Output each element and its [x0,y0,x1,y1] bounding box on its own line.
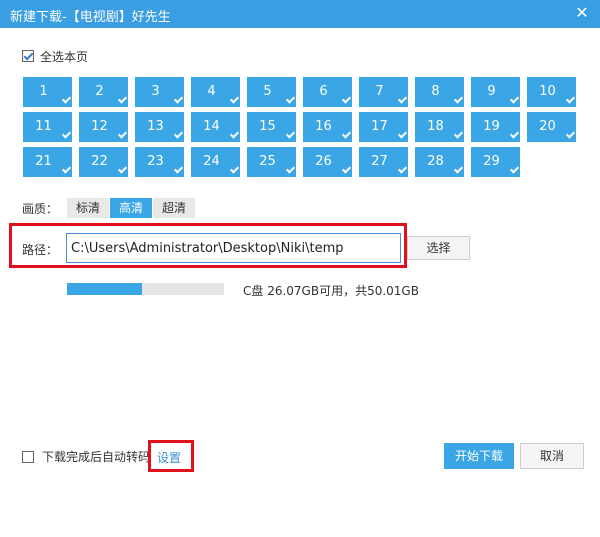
episode-button[interactable]: 26 [303,147,352,177]
episode-button[interactable]: 15 [247,112,296,142]
window-title: 新建下载-【电视剧】好先生 [10,10,171,25]
episode-grid: 1 2 3 4 5 6 7 8 9 10 11 12 13 14 15 16 17 18 19 20 21 22 23 24 2… [23,77,583,177]
choose-folder-button[interactable]: 选择 [407,236,470,260]
episode-button[interactable]: 27 [359,147,408,177]
episode-button[interactable]: 10 [527,77,576,107]
episode-button[interactable]: 4 [191,77,240,107]
episode-button[interactable]: 6 [303,77,352,107]
settings-link[interactable]: 设置 [157,449,181,466]
quality-option-uhd[interactable]: 超清 [153,198,195,218]
title-bar: 新建下载-【电视剧】好先生 ✕ [0,0,600,28]
episode-button[interactable]: 12 [79,112,128,142]
episode-button[interactable]: 2 [79,77,128,107]
episode-button[interactable]: 3 [135,77,184,107]
auto-convert-checkbox[interactable]: 下载完成后自动转码 [22,448,150,465]
episode-button[interactable]: 21 [23,147,72,177]
episode-button[interactable]: 22 [79,147,128,177]
episode-button[interactable]: 9 [471,77,520,107]
checkbox-icon[interactable] [22,50,34,62]
path-input[interactable] [66,233,401,263]
episode-button[interactable]: 8 [415,77,464,107]
episode-button[interactable]: 1 [23,77,72,107]
quality-selector: 画质： 标清 高清 超清 [22,198,196,218]
checkbox-icon[interactable] [22,450,34,463]
disk-usage-bar [67,283,224,295]
quality-option-hd[interactable]: 高清 [110,198,152,218]
episode-button[interactable]: 19 [471,112,520,142]
close-icon[interactable]: ✕ [572,3,592,23]
start-download-button[interactable]: 开始下载 [444,443,514,469]
episode-button[interactable]: 25 [247,147,296,177]
select-all-checkbox[interactable]: 全选本页 [22,48,88,64]
episode-button[interactable]: 29 [471,147,520,177]
episode-button[interactable]: 13 [135,112,184,142]
episode-button[interactable]: 7 [359,77,408,107]
cancel-button[interactable]: 取消 [520,443,584,469]
episode-button[interactable]: 20 [527,112,576,142]
episode-button[interactable]: 14 [191,112,240,142]
episode-button[interactable]: 11 [23,112,72,142]
disk-usage-fill [67,283,143,295]
episode-button[interactable]: 18 [415,112,464,142]
select-all-label: 全选本页 [40,49,89,64]
quality-label: 画质： [22,201,59,216]
episode-button[interactable]: 17 [359,112,408,142]
path-label: 路径： [22,243,59,257]
episode-button[interactable]: 23 [135,147,184,177]
episode-button[interactable]: 5 [247,77,296,107]
episode-button[interactable]: 24 [191,147,240,177]
auto-convert-label: 下载完成后自动转码 [42,450,151,464]
episode-button[interactable]: 16 [303,112,352,142]
episode-button[interactable]: 28 [415,147,464,177]
quality-option-sd[interactable]: 标清 [67,198,109,218]
disk-space-info: C盘 26.07GB可用，共50.01GB [243,284,419,298]
